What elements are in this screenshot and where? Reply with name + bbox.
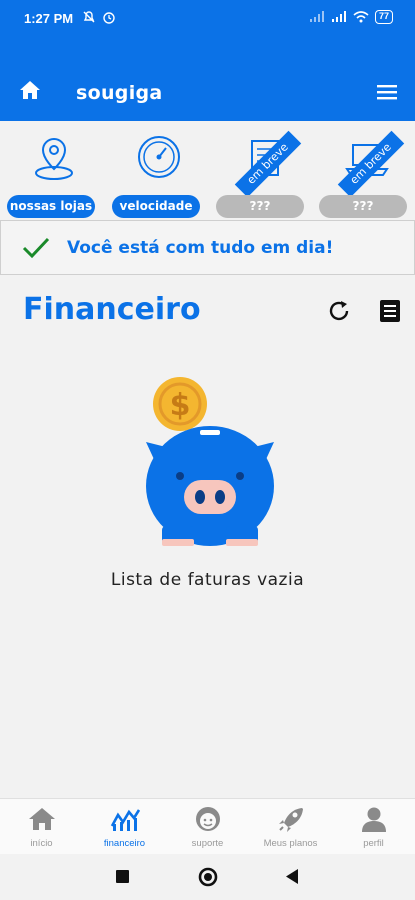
wifi-icon <box>353 11 369 23</box>
speedometer-icon <box>138 136 180 178</box>
svg-text:$: $ <box>170 388 191 423</box>
chart-icon <box>110 809 140 831</box>
shortcut-coming-soon-1: em breve ??? <box>216 130 308 221</box>
nav-item-perfil[interactable]: perfil <box>332 805 415 849</box>
user-icon <box>361 807 386 832</box>
home-button-icon[interactable] <box>198 867 218 887</box>
refresh-icon[interactable] <box>328 300 352 322</box>
recent-apps-icon[interactable] <box>116 870 129 883</box>
back-icon[interactable] <box>286 869 299 884</box>
shortcut-label: ??? <box>319 195 407 218</box>
nav-label: suporte <box>191 838 224 849</box>
shortcut-coming-soon-2: em breve ??? <box>319 130 411 221</box>
bottom-nav: início financeiro suporte Meus planos pe… <box>0 798 415 854</box>
support-face-icon <box>195 807 220 831</box>
nav-label: perfil <box>363 838 384 849</box>
shortcut-nossas-lojas[interactable]: nossas lojas <box>7 133 99 221</box>
alarm-icon <box>103 12 115 24</box>
nav-item-financeiro[interactable]: financeiro <box>83 805 166 849</box>
mute-icon <box>83 11 95 23</box>
map-pin-icon <box>35 137 73 180</box>
nav-label: Meus planos <box>263 838 318 849</box>
page-title: Financeiro <box>23 292 201 327</box>
signal-icon <box>331 11 346 22</box>
battery-icon: 77 <box>374 10 393 24</box>
rocket-icon <box>278 808 303 832</box>
nav-item-meus-planos[interactable]: Meus planos <box>249 805 332 849</box>
shortcut-label: ??? <box>216 195 304 218</box>
app-bar: sougiga <box>0 38 415 121</box>
signal-icon <box>309 11 324 22</box>
nav-item-inicio[interactable]: início <box>0 805 83 849</box>
alert-message: Você está com tudo em dia! <box>67 238 334 258</box>
list-icon[interactable] <box>380 300 400 322</box>
app-brand: sougiga <box>76 82 163 104</box>
shortcut-label: nossas lojas <box>7 195 95 218</box>
nav-item-suporte[interactable]: suporte <box>166 805 249 849</box>
status-time: 1:27 PM <box>24 11 74 26</box>
empty-list-message: Lista de faturas vazia <box>110 570 305 590</box>
shortcut-velocidade[interactable]: velocidade <box>112 133 204 221</box>
hamburger-menu-icon[interactable] <box>377 84 397 100</box>
shortcuts-row: nossas lojas velocidade em breve ??? em … <box>0 121 415 219</box>
nav-label: financeiro <box>103 838 146 849</box>
home-icon[interactable] <box>19 80 41 100</box>
nav-label: início <box>30 838 53 849</box>
status-alert: Você está com tudo em dia! <box>0 220 415 275</box>
shortcut-label: velocidade <box>112 195 200 218</box>
home-icon <box>28 808 55 830</box>
status-bar: 1:27 PM 77 <box>0 0 415 38</box>
check-icon <box>22 237 50 259</box>
piggy-bank-illustration: $ <box>146 377 274 546</box>
system-nav-bar <box>0 854 415 900</box>
